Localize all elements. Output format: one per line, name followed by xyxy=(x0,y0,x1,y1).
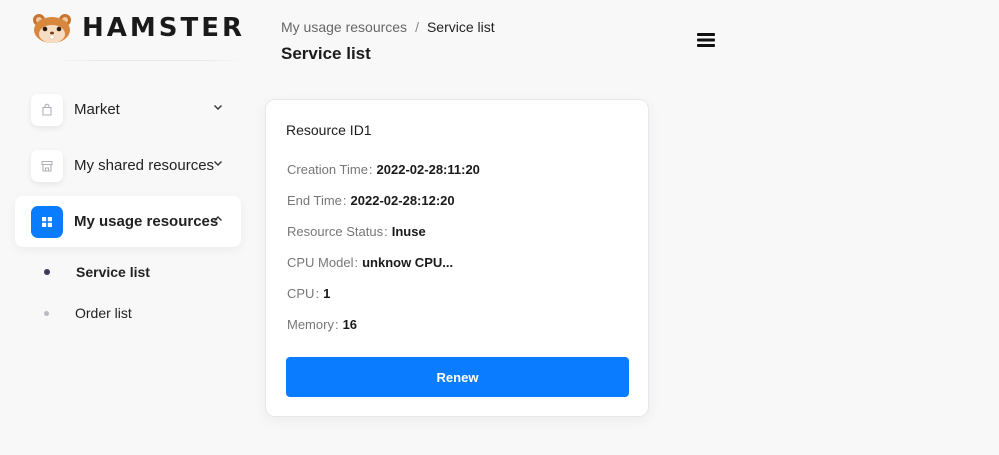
chevron-up-icon xyxy=(214,216,222,221)
sidebar-item-label: Market xyxy=(74,101,120,118)
chevron-down-icon xyxy=(214,105,222,110)
field-label: End Time xyxy=(287,193,342,208)
field-cpu: CPU:1 xyxy=(287,286,330,301)
hamburger-menu-icon[interactable] xyxy=(695,30,717,50)
sidebar-item-usage-resources[interactable]: My usage resources xyxy=(15,196,241,247)
dot-icon xyxy=(44,310,49,316)
resource-card: Resource ID1 Creation Time:2022-02-28:11… xyxy=(265,99,649,417)
active-dot-icon xyxy=(44,269,50,275)
brand-logo[interactable]: HAMSTER xyxy=(30,12,245,44)
field-value: 1 xyxy=(323,286,331,301)
field-memory: Memory:16 xyxy=(287,317,357,332)
field-resource-status: Resource Status: Inuse xyxy=(287,224,426,239)
sidebar-item-market[interactable]: Market xyxy=(15,84,241,135)
field-separator: : xyxy=(342,193,347,208)
sidebar-divider xyxy=(56,60,242,61)
field-label: Memory xyxy=(287,317,334,332)
field-value: Inuse xyxy=(391,224,426,239)
field-end-time: End Time:2022-02-28:12:20 xyxy=(287,193,455,208)
sidebar-item-shared-resources[interactable]: My shared resources xyxy=(15,140,241,191)
field-separator: : xyxy=(384,224,388,239)
renew-button[interactable]: Renew xyxy=(286,357,629,397)
resource-title: Resource ID1 xyxy=(286,122,372,138)
field-value: 16 xyxy=(342,317,358,332)
page-title: Service list xyxy=(281,44,371,63)
field-cpu-model: CPU Model: unknow CPU... xyxy=(287,255,453,270)
field-separator: : xyxy=(354,255,359,270)
field-separator: : xyxy=(368,162,373,177)
sidebar: HAMSTER Market My shared resources My us… xyxy=(0,0,255,455)
breadcrumb-current: Service list xyxy=(426,19,495,35)
field-label: Resource Status xyxy=(287,224,384,239)
breadcrumb-link[interactable]: My usage resources xyxy=(281,19,407,35)
field-separator: : xyxy=(315,286,320,301)
field-separator: : xyxy=(334,317,339,332)
submenu-item-label: Service list xyxy=(76,264,150,280)
submenu-item-order-list[interactable]: Order list xyxy=(44,305,132,321)
brand-name: HAMSTER xyxy=(82,13,245,43)
submenu-item-service-list[interactable]: Service list xyxy=(44,264,150,280)
field-label: CPU xyxy=(287,286,315,301)
sidebar-item-label: My usage resources xyxy=(74,213,219,230)
grid-icon xyxy=(31,205,63,238)
bag-icon xyxy=(31,93,63,126)
field-value: 2022-02-28:11:20 xyxy=(376,162,480,177)
field-value: unknow CPU... xyxy=(362,255,454,270)
breadcrumb: My usage resources / Service list xyxy=(281,19,495,35)
field-label: Creation Time xyxy=(287,162,368,177)
storefront-icon xyxy=(31,149,63,182)
field-creation-time: Creation Time:2022-02-28:11:20 xyxy=(287,162,480,177)
sidebar-item-label: My shared resources xyxy=(74,157,215,174)
chevron-down-icon xyxy=(214,161,222,166)
hamster-icon xyxy=(33,14,71,43)
submenu-item-label: Order list xyxy=(75,305,132,321)
field-label: CPU Model xyxy=(287,255,354,270)
app-root: HAMSTER Market My shared resources My us… xyxy=(0,0,999,455)
breadcrumb-separator: / xyxy=(415,19,419,35)
field-value: 2022-02-28:12:20 xyxy=(350,193,455,208)
